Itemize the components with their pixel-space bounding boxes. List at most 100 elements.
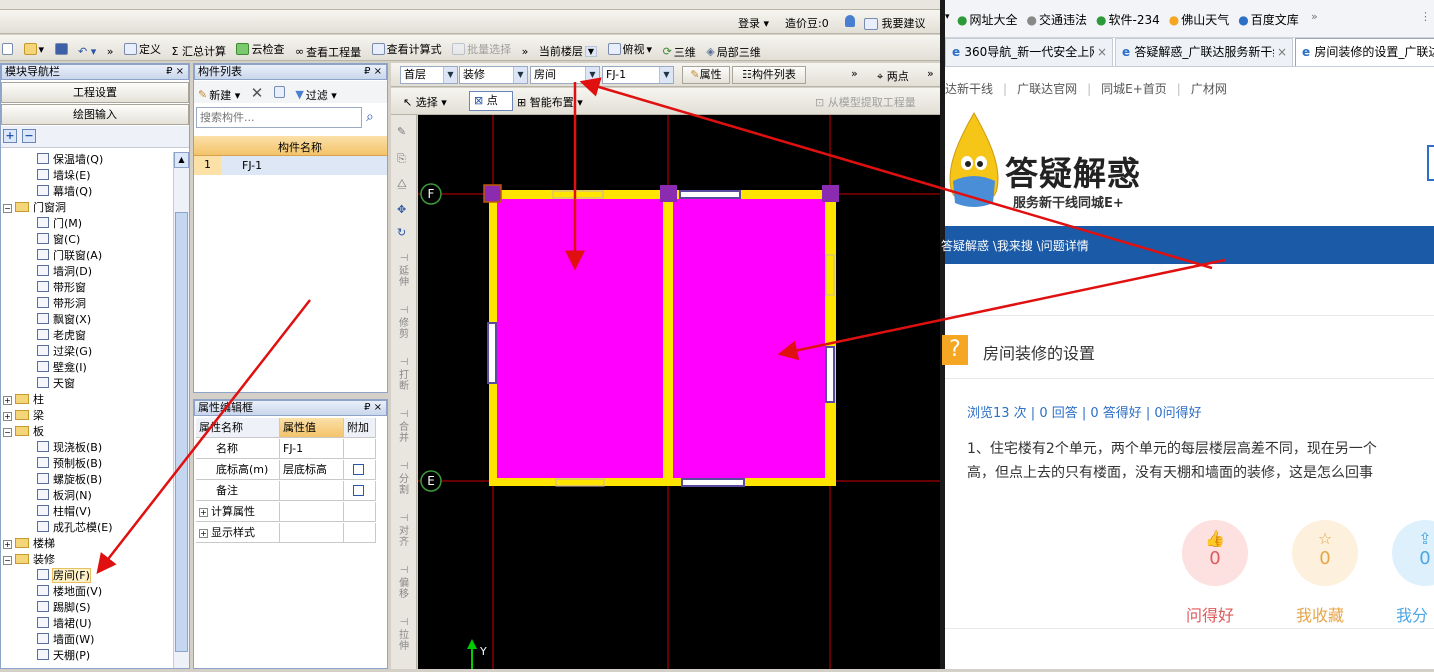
collapse-icon[interactable]: − <box>3 428 12 437</box>
project-settings-button[interactable]: 工程设置 <box>1 82 189 103</box>
current-floor-select[interactable]: 当前楼层 ▼ <box>539 43 598 59</box>
tree-item[interactable]: 墙垛(E) <box>37 168 91 184</box>
tree-item[interactable]: − 板 <box>3 424 44 440</box>
edit-tool[interactable]: ⊣ 对齐 <box>391 513 417 548</box>
mirror-icon[interactable]: ⧋ <box>397 177 407 191</box>
toolbar-overflow-icon-3[interactable]: » <box>851 67 858 80</box>
component-row[interactable]: 1 FJ-1 <box>194 156 387 175</box>
edit-tool[interactable]: ⊣ 分割 <box>391 461 417 496</box>
panel-pin-close-icon-3[interactable]: ₽ × <box>364 401 382 415</box>
component-search-input[interactable] <box>196 107 362 128</box>
attach-checkbox[interactable] <box>353 464 364 475</box>
tree-item[interactable]: 门联窗(A) <box>37 248 102 264</box>
action-button[interactable]: ☆ 0 <box>1292 520 1358 586</box>
login-menu[interactable]: 登录 ▾ <box>738 15 769 31</box>
tree-item[interactable]: 板洞(N) <box>37 488 92 504</box>
browser-tab[interactable]: e 答疑解惑_广联达服务新干线 × <box>1115 38 1293 66</box>
search-icon[interactable]: ⌕ <box>366 109 374 125</box>
edit-tool[interactable]: ⊣ 延伸 <box>391 253 417 288</box>
copy-tool-icon[interactable]: ⎘ <box>397 152 406 166</box>
header-search-box[interactable] <box>1427 145 1434 181</box>
edit-tool[interactable]: ⊣ 偏移 <box>391 565 417 600</box>
tree-item[interactable]: 现浇板(B) <box>37 440 102 456</box>
tree-item[interactable]: 过梁(G) <box>37 344 92 360</box>
tree-item[interactable]: 墙裙(U) <box>37 616 92 632</box>
tree-item[interactable]: + 柱 <box>3 392 44 408</box>
action-label[interactable]: 我收藏 <box>1296 602 1344 626</box>
toolbar-overflow-icon[interactable]: » <box>107 45 114 58</box>
bookmark-item[interactable]: ● 交通违法 <box>1027 13 1088 27</box>
two-points-button[interactable]: ⌖ 两点 <box>877 68 909 84</box>
move-icon[interactable]: ✥ <box>397 203 406 216</box>
brush-icon[interactable]: ✎ <box>397 125 406 138</box>
bell-icon[interactable] <box>845 15 855 27</box>
delete-icon[interactable]: ✕ <box>251 84 264 102</box>
bookmarks-overflow-icon[interactable]: » <box>1311 10 1318 23</box>
tree-item[interactable]: − 装修 <box>3 552 55 568</box>
tree-item[interactable]: 保温墙(Q) <box>37 152 103 168</box>
expand-icon[interactable]: + <box>3 540 12 549</box>
bookmark-item[interactable]: ● 百度文库 <box>1238 13 1299 27</box>
tree-item[interactable]: 墙面(W) <box>37 632 94 648</box>
tree-item[interactable]: 窗(C) <box>37 232 80 248</box>
property-value-cell[interactable]: FJ-1 <box>280 439 344 459</box>
tree-item[interactable]: 螺旋板(B) <box>37 472 102 488</box>
define-button[interactable]: 定义 <box>124 41 161 57</box>
tree-item[interactable]: 老虎窗 <box>37 328 86 344</box>
expand-icon[interactable]: + <box>3 396 12 405</box>
expand-icon[interactable]: + <box>199 529 208 538</box>
expand-icon[interactable]: + <box>3 412 12 421</box>
attach-checkbox[interactable] <box>353 485 364 496</box>
tree-item[interactable]: 楼地面(V) <box>37 584 102 600</box>
action-label[interactable]: 我分 <box>1396 602 1428 626</box>
save-icon[interactable] <box>54 43 68 55</box>
scroll-thumb[interactable] <box>175 212 188 652</box>
tree-item[interactable]: 房间(F) <box>37 568 91 584</box>
expand-icon[interactable]: + <box>199 508 208 517</box>
local-3d-button[interactable]: ◈ 局部三维 <box>706 44 760 60</box>
property-button[interactable]: ✎属性 <box>682 66 730 84</box>
browser-tab[interactable]: e 360导航_新一代安全上网 × <box>945 38 1113 66</box>
edit-tool[interactable]: ⊣ 拉伸 <box>391 617 417 652</box>
cad-canvas[interactable]: F E Y <box>418 115 940 669</box>
property-value-cell[interactable] <box>280 502 344 522</box>
edit-tool[interactable]: ⊣ 打断 <box>391 357 417 392</box>
tree-item[interactable]: 壁龛(I) <box>37 360 87 376</box>
subnav-link[interactable]: 达新干线 <box>945 82 993 96</box>
filter-button[interactable]: ▼ 过滤 ▾ <box>295 87 337 103</box>
toolbar-overflow-icon-2[interactable]: » <box>522 45 529 58</box>
toolbar-overflow-icon-4[interactable]: » <box>927 67 934 80</box>
view-qty-button[interactable]: ∞ 查看工程量 <box>295 44 361 60</box>
bookmark-item[interactable]: ● 佛山天气 <box>1169 13 1230 27</box>
tree-item[interactable]: 墙洞(D) <box>37 264 92 280</box>
action-label[interactable]: 问得好 <box>1186 602 1234 626</box>
extract-qty-button[interactable]: ⊡ 从模型提取工程量 <box>815 94 916 110</box>
type-select[interactable]: 房间 ▼ <box>530 66 600 84</box>
sum-button[interactable]: Σ 汇总计算 <box>172 43 226 59</box>
panel-pin-close-icon-2[interactable]: ₽ × <box>364 65 382 79</box>
three-d-button[interactable]: ⟳ 三维 <box>663 44 696 60</box>
action-button[interactable]: 👍 0 <box>1182 520 1248 586</box>
tree-item[interactable]: 带形洞 <box>37 296 86 312</box>
floor-select[interactable]: 首层 ▼ <box>400 66 458 84</box>
collapse-all-icon[interactable]: − <box>22 129 36 143</box>
component-select[interactable]: FJ-1 ▼ <box>602 66 674 84</box>
collapse-icon[interactable]: − <box>3 556 12 565</box>
smart-place-tool[interactable]: ⊞ 智能布置 ▾ <box>517 94 583 110</box>
tree-item[interactable]: 幕墙(Q) <box>37 184 92 200</box>
new-component-button[interactable]: ✎ 新建 ▾ <box>198 87 240 103</box>
tree-item[interactable]: 天棚(P) <box>37 648 90 664</box>
open-folder-icon[interactable]: ▾ <box>23 43 44 56</box>
undo-icon[interactable]: ↶ ▾ <box>78 45 96 58</box>
tree-scrollbar[interactable]: ▲ <box>173 152 189 668</box>
edit-tool[interactable]: ⊣ 合并 <box>391 409 417 444</box>
view-mode-button[interactable]: 俯视 ▾ <box>607 41 652 57</box>
bookmark-item[interactable]: ● 网址大全 <box>957 13 1018 27</box>
tree-item[interactable]: + 梁 <box>3 408 44 424</box>
batch-select-button[interactable]: 批量选择 <box>452 41 511 57</box>
bookmark-item[interactable]: ● 软件-234 <box>1096 13 1160 27</box>
action-button[interactable]: ⇪ 0 <box>1392 520 1434 586</box>
tree-item[interactable]: 成孔芯模(E) <box>37 520 113 536</box>
tree-item[interactable]: 踢脚(S) <box>37 600 91 616</box>
bookmark-dropdown-icon[interactable]: ▾ <box>945 12 950 22</box>
